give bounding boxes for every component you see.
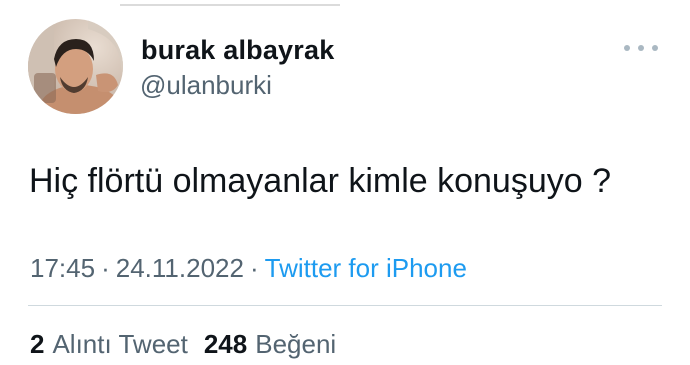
quote-label: Alıntı Tweet xyxy=(52,329,188,359)
like-count: 248 xyxy=(203,329,248,359)
avatar-photo xyxy=(28,19,123,114)
meta-separator: · xyxy=(249,253,259,283)
tweet-card: burak albayrak @ulanburki Hiç flörtü olm… xyxy=(0,0,690,365)
like-label: Beğeni xyxy=(255,329,337,359)
display-name[interactable]: burak albayrak xyxy=(141,34,334,66)
tweet-source-link[interactable]: Twitter for iPhone xyxy=(265,253,467,283)
quote-tweets-stat[interactable]: 2 Alıntı Tweet xyxy=(30,329,188,359)
quote-count: 2 xyxy=(30,329,45,359)
tweet-meta: 17:45 · 24.11.2022 · Twitter for iPhone xyxy=(30,252,467,284)
avatar[interactable] xyxy=(28,19,123,114)
meta-separator: · xyxy=(101,253,110,283)
previous-tweet-edge xyxy=(0,0,690,8)
likes-stat[interactable]: 248 Beğeni xyxy=(204,329,336,359)
divider xyxy=(28,305,662,306)
tweet-stats: 2 Alıntı Tweet 248 Beğeni xyxy=(30,328,336,360)
more-options-icon[interactable] xyxy=(624,38,658,58)
tweet-text: Hiç flörtü olmayanlar kimle konuşuyo ? xyxy=(29,162,612,200)
tweet-date[interactable]: 24.11.2022 xyxy=(116,253,244,283)
user-handle[interactable]: @ulanburki xyxy=(140,69,272,101)
tweet-time[interactable]: 17:45 xyxy=(30,253,95,283)
